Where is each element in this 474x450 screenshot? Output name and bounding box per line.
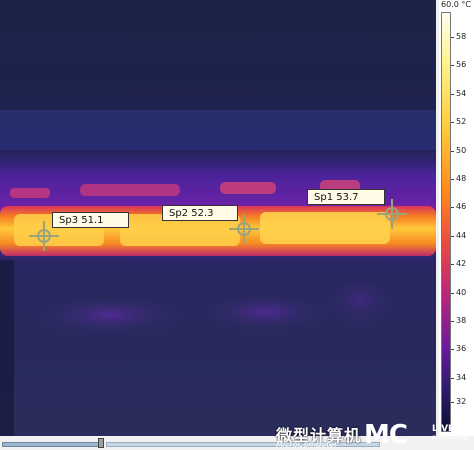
slider-thumb[interactable]	[98, 438, 104, 448]
scale-tick: 50	[450, 146, 467, 155]
spot-label-sp3: Sp3 51.1	[52, 212, 129, 228]
spot-name: Sp2	[169, 208, 189, 219]
scale-tick: 46	[450, 202, 467, 211]
scale-tick: 34	[450, 373, 467, 382]
temperature-scale: 60.0 °C 58 56 54 52 50 48 46 44 42 40 38…	[439, 0, 474, 436]
thermal-image: Sp1 53.7 Sp2 52.3 Sp3 51.1	[0, 0, 436, 436]
spot-name: Sp1	[314, 192, 334, 203]
spot-value: 53.7	[336, 192, 359, 203]
spot-value: 51.1	[81, 215, 104, 226]
spot-value: 52.3	[191, 208, 214, 219]
spot-name: Sp3	[59, 215, 79, 226]
scale-tick: 38	[450, 316, 467, 325]
color-scale-bar	[441, 12, 451, 432]
scale-tick: 56	[450, 60, 467, 69]
scale-tick: 54	[450, 89, 467, 98]
scale-tick: 52	[450, 117, 467, 126]
scale-tick: 32	[450, 397, 467, 406]
slider-track-right[interactable]	[106, 442, 380, 447]
scale-tick: 44	[450, 231, 467, 240]
spot-label-sp2: Sp2 52.3	[162, 205, 238, 221]
bottom-slider-bar	[0, 436, 474, 450]
scale-tick: 48	[450, 174, 467, 183]
slider-track-left[interactable]	[2, 442, 102, 447]
scale-tick: 36	[450, 344, 467, 353]
scale-tick: 42	[450, 259, 467, 268]
spot-label-sp1: Sp1 53.7	[307, 189, 385, 205]
scale-tick: 40	[450, 288, 467, 297]
scale-max-label: 60.0 °C	[441, 0, 471, 9]
scale-tick: 58	[450, 32, 467, 41]
